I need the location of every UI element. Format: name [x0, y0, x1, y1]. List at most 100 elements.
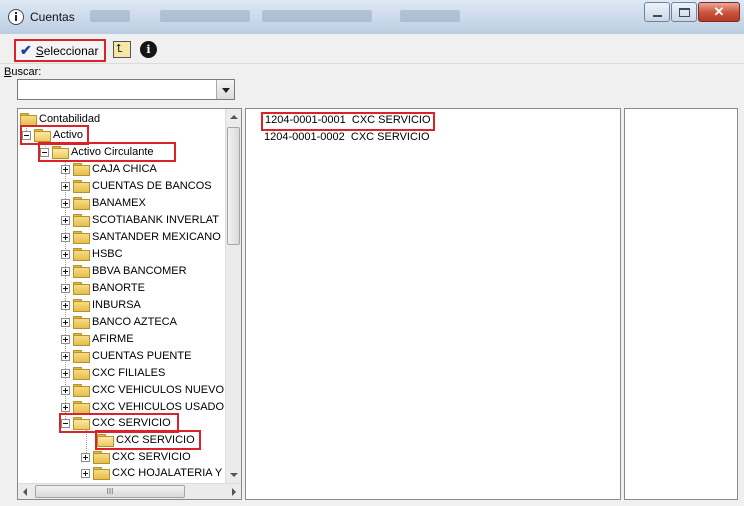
expand-icon[interactable]	[61, 283, 70, 293]
expand-icon[interactable]	[61, 266, 70, 276]
folder-icon	[73, 316, 90, 329]
maximize-icon	[679, 8, 690, 17]
tree-node-group[interactable]: BANORTE	[61, 280, 145, 296]
expand-icon[interactable]	[61, 198, 70, 208]
tree-node-cxc-servicio-selected[interactable]: CXC SERVICIO	[95, 430, 201, 450]
select-button[interactable]: ✔ Seleccionar	[14, 39, 106, 62]
expand-icon[interactable]	[61, 300, 70, 310]
tree-node-label: BANCO AZTECA	[92, 316, 177, 328]
tree-node-label: CXC FILIALES	[92, 367, 166, 379]
tree-node-group[interactable]: SANTANDER MEXICANO	[61, 229, 221, 245]
tree-node-label: HSBC	[92, 248, 123, 260]
tree-vertical-scrollbar[interactable]	[225, 109, 241, 483]
collapse-icon[interactable]	[61, 418, 70, 428]
tree-node-label: CXC SERVICIO	[112, 451, 191, 463]
expand-icon[interactable]	[61, 334, 70, 344]
tree-node-group[interactable]: INBURSA	[61, 297, 141, 313]
horizontal-scroll-thumb[interactable]: III	[35, 485, 185, 498]
title-bar[interactable]: Cuentas ✕	[0, 0, 744, 34]
maximize-button[interactable]	[671, 2, 697, 22]
minimize-button[interactable]	[644, 2, 670, 22]
blurred-title-decor	[262, 10, 372, 22]
close-icon: ✕	[713, 4, 725, 19]
info-button[interactable]: i	[140, 41, 157, 58]
account-list[interactable]: 1204-0001-0001 CXC SERVICIO 1204-0001-00…	[245, 108, 621, 500]
tree-node-child[interactable]: CXC SERVICIO	[81, 449, 191, 465]
account-row[interactable]: 1204-0001-0001 CXC SERVICIO	[261, 112, 435, 131]
expand-icon[interactable]	[61, 402, 70, 412]
folder-icon	[73, 282, 90, 295]
folder-icon	[73, 299, 90, 312]
tree-node-label: CXC VEHICULOS USADO	[92, 401, 225, 413]
scroll-right-icon[interactable]	[232, 488, 236, 496]
tree-node-label: CUENTAS PUENTE	[92, 350, 192, 362]
expand-icon[interactable]	[61, 385, 70, 395]
expand-icon[interactable]	[61, 181, 70, 191]
tree-node-label: CXC SERVICIO	[92, 417, 171, 429]
tree-node-group[interactable]: BANCO AZTECA	[61, 314, 177, 330]
expand-icon[interactable]	[61, 164, 70, 174]
folder-open-icon	[52, 146, 69, 159]
expand-icon[interactable]	[61, 215, 70, 225]
expand-icon[interactable]	[81, 452, 90, 462]
tree-node-label: BANORTE	[92, 282, 145, 294]
search-combobox[interactable]	[17, 79, 235, 100]
tree-node-group[interactable]: BANAMEX	[61, 195, 146, 211]
tree-node-group[interactable]: SCOTIABANK INVERLAT	[61, 212, 219, 228]
tree-node-label: CXC HOJALATERIA Y	[112, 467, 223, 479]
search-label: Buscar:	[4, 66, 42, 78]
folder-icon	[73, 180, 90, 193]
detail-panel	[624, 108, 738, 500]
account-name: CXC SERVICIO	[351, 114, 431, 126]
folder-icon	[73, 367, 90, 380]
expand-icon[interactable]	[61, 351, 70, 361]
collapse-icon[interactable]	[22, 130, 31, 140]
select-button-label: Seleccionar	[35, 43, 99, 58]
checkmark-icon: ✔	[20, 42, 32, 58]
toolbar: ✔ Seleccionar i	[0, 34, 744, 64]
tree-node-label: BBVA BANCOMER	[92, 265, 187, 277]
tree-node-label: CXC VEHICULOS NUEVO	[92, 384, 225, 396]
expand-icon[interactable]	[61, 249, 70, 259]
tree-node-group[interactable]: BBVA BANCOMER	[61, 263, 187, 279]
folder-icon	[93, 451, 110, 464]
folder-icon	[73, 350, 90, 363]
expand-icon[interactable]	[61, 232, 70, 242]
tree-node-label: AFIRME	[92, 333, 134, 345]
tree-node-group[interactable]: CAJA CHICA	[61, 161, 157, 177]
folder-up-button[interactable]	[113, 41, 131, 58]
chevron-down-icon[interactable]	[216, 80, 234, 99]
tree-node-group[interactable]: CUENTAS PUENTE	[61, 348, 191, 364]
tree-node-activo-circulante[interactable]: Activo Circulante	[38, 142, 176, 162]
tree-node-cxc-servicio[interactable]: CXC SERVICIO	[59, 413, 179, 433]
tree-node-group[interactable]: AFIRME	[61, 331, 134, 347]
close-button[interactable]: ✕	[698, 2, 740, 22]
expand-icon[interactable]	[61, 368, 70, 378]
tree-node-group[interactable]: CXC VEHICULOS USADO	[61, 399, 224, 415]
expand-icon[interactable]	[81, 468, 90, 478]
folder-open-icon	[97, 434, 114, 447]
tree-node-label: SANTANDER MEXICANO	[92, 231, 221, 243]
tree-node-label: INBURSA	[92, 299, 141, 311]
folder-icon	[73, 214, 90, 227]
tree-node-group[interactable]: CXC VEHICULOS NUEVO	[61, 382, 224, 398]
scroll-left-icon[interactable]	[23, 488, 27, 496]
tree-node-activo[interactable]: Activo	[20, 125, 89, 145]
folder-icon	[73, 265, 90, 278]
account-tree[interactable]: Contabilidad Activo Activo Circulante CA…	[17, 108, 242, 500]
tree-node-contabilidad[interactable]: Contabilidad	[20, 111, 100, 127]
expand-icon[interactable]	[61, 317, 70, 327]
folder-icon	[73, 163, 90, 176]
collapse-icon[interactable]	[40, 147, 49, 157]
tree-node-group[interactable]: CXC FILIALES	[61, 365, 165, 381]
folder-icon	[93, 467, 110, 480]
account-row[interactable]: 1204-0001-0002 CXC SERVICIO	[264, 131, 430, 146]
scroll-up-icon[interactable]	[230, 115, 238, 119]
tree-horizontal-scrollbar[interactable]: III	[18, 483, 241, 499]
scroll-down-icon[interactable]	[230, 473, 238, 477]
scroll-thumb[interactable]	[227, 127, 240, 245]
tree-node-group[interactable]: CUENTAS DE BANCOS	[61, 178, 212, 194]
blurred-title-decor	[160, 10, 250, 22]
tree-node-child[interactable]: CXC HOJALATERIA Y	[81, 465, 222, 481]
tree-node-group[interactable]: HSBC	[61, 246, 123, 262]
